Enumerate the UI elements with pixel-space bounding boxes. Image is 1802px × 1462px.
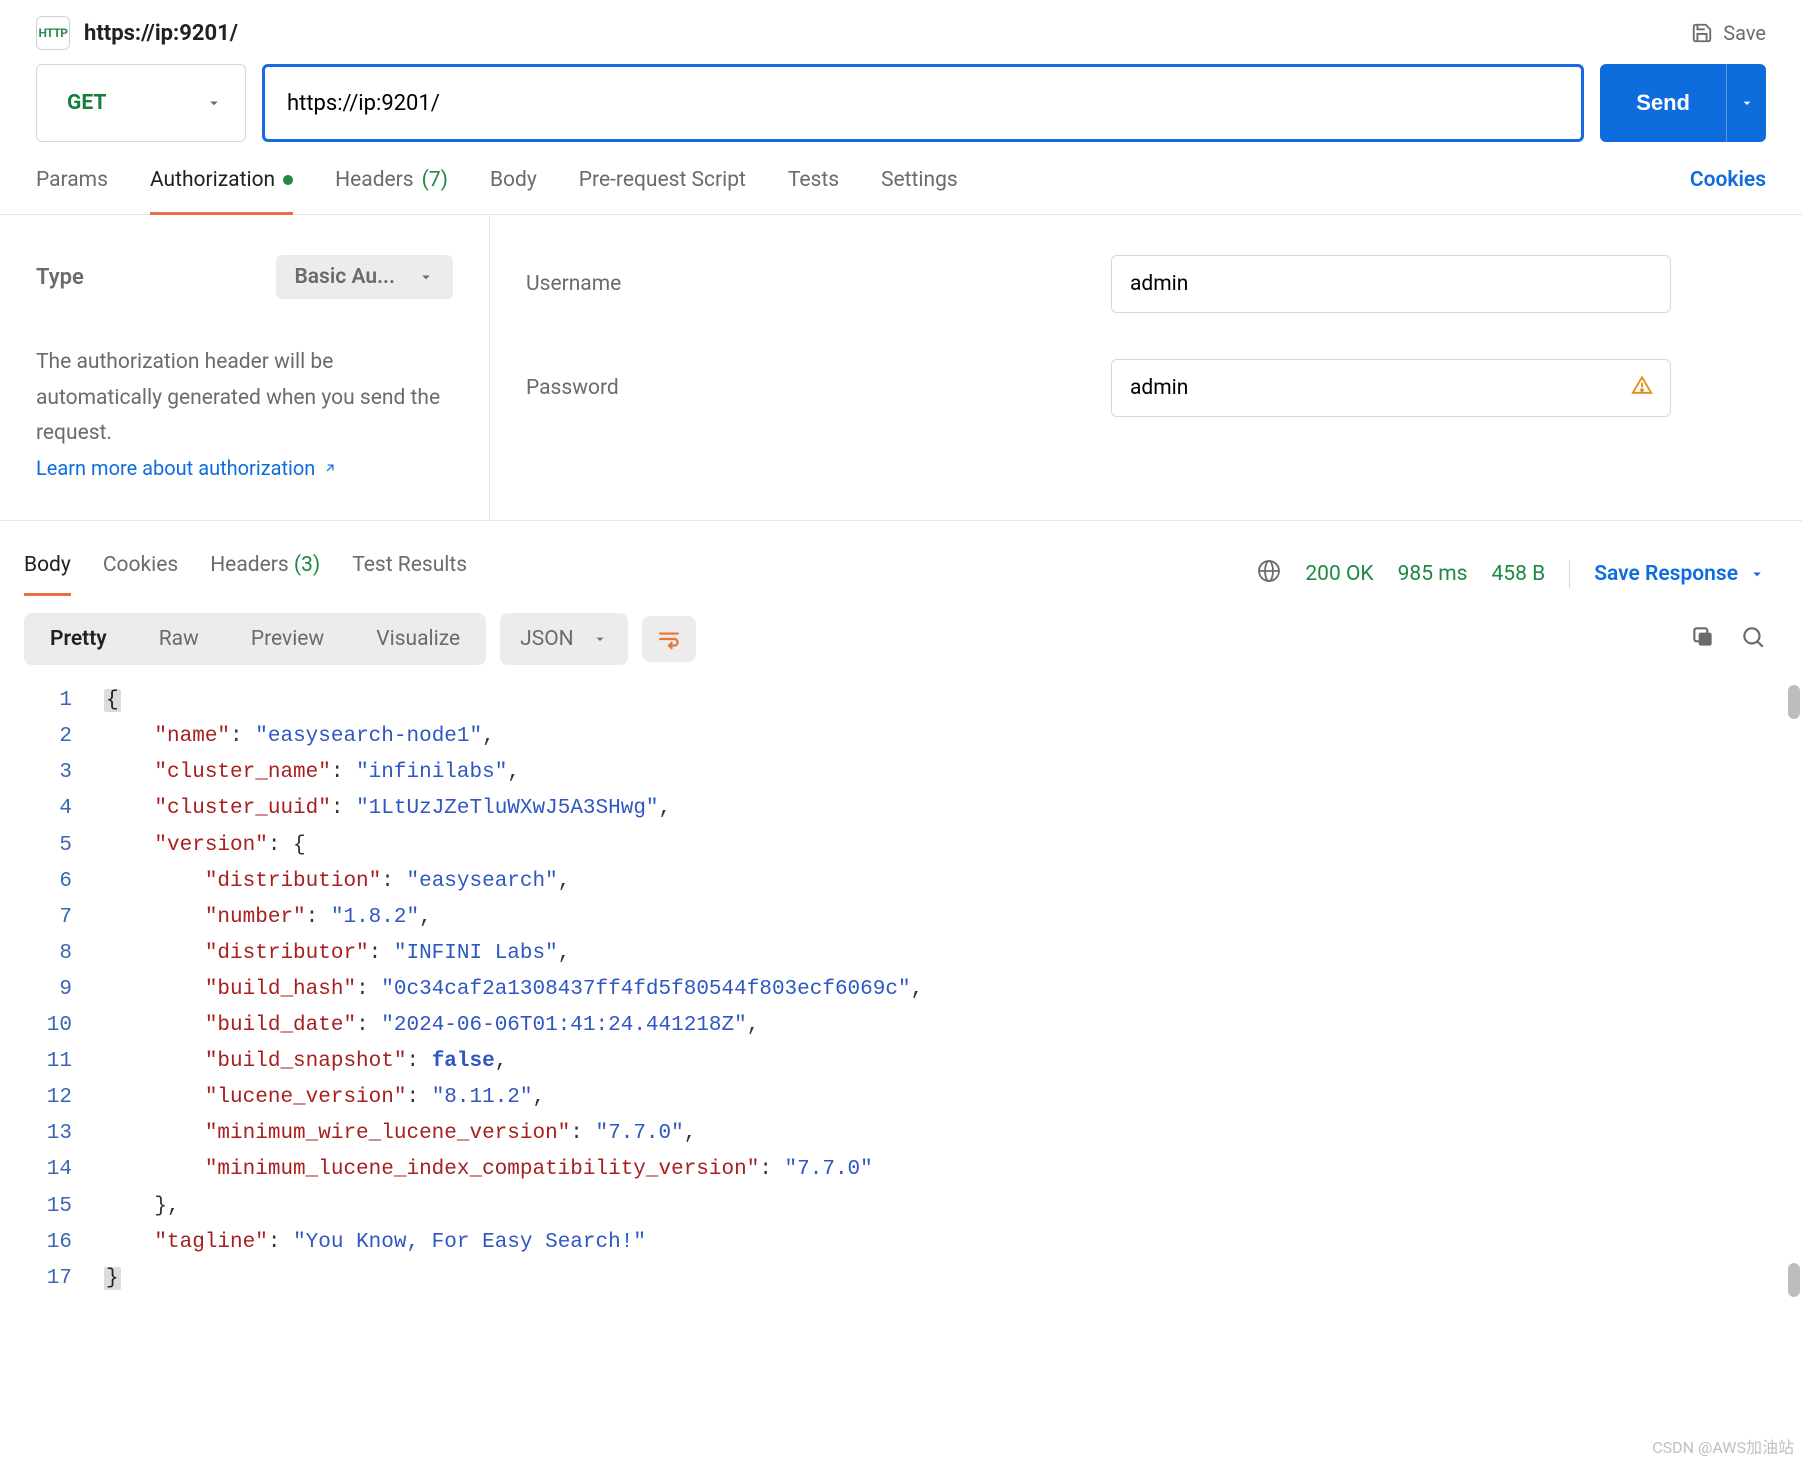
chevron-down-icon [205, 94, 223, 112]
chevron-down-icon [1748, 565, 1766, 583]
resp-tab-headers[interactable]: Headers (3) [210, 553, 320, 596]
divider [1569, 560, 1570, 588]
password-input[interactable] [1111, 359, 1671, 417]
warning-icon [1631, 375, 1653, 402]
send-button[interactable]: Send [1600, 64, 1726, 142]
resp-headers-count: (3) [294, 553, 320, 577]
learn-more-link[interactable]: Learn more about authorization [36, 456, 337, 480]
active-dot-icon [283, 175, 293, 185]
url-bar: GET Send [0, 64, 1802, 166]
search-icon [1740, 624, 1766, 650]
request-tabs: Params Authorization Headers (7) Body Pr… [0, 166, 1802, 215]
method-value: GET [67, 91, 106, 115]
tab-authorization[interactable]: Authorization [150, 166, 293, 215]
search-button[interactable] [1740, 624, 1766, 655]
request-tabs-left: Params Authorization Headers (7) Body Pr… [36, 166, 958, 214]
auth-right: Username Password [490, 215, 1802, 520]
method-select[interactable]: GET [36, 64, 246, 142]
cookies-link[interactable]: Cookies [1690, 168, 1766, 212]
tab-headers-label: Headers [335, 168, 413, 192]
send-dropdown[interactable] [1726, 64, 1766, 142]
view-preview[interactable]: Preview [225, 613, 350, 665]
password-field: Password [526, 359, 1766, 417]
response-toolbar: Pretty Raw Preview Visualize JSON [0, 595, 1802, 679]
chevron-down-icon [1739, 95, 1755, 111]
response-body-code: { "name": "easysearch-node1", "cluster_n… [104, 683, 1778, 1297]
http-icon: HTTP [36, 16, 70, 50]
resp-tab-cookies[interactable]: Cookies [103, 553, 178, 596]
response-tabs: Body Cookies Headers (3) Test Results [24, 553, 467, 595]
scrollbar-thumb[interactable] [1788, 685, 1800, 719]
tab-tests[interactable]: Tests [788, 166, 839, 215]
copy-icon [1690, 624, 1716, 650]
headers-count: (7) [422, 168, 448, 192]
request-title: https://ip:9201/ [84, 21, 238, 46]
auth-left: Type Basic Au... The authorization heade… [0, 215, 490, 520]
auth-type-row: Type Basic Au... [36, 255, 453, 299]
external-link-icon [323, 461, 337, 475]
url-input[interactable] [262, 64, 1584, 142]
response-header: Body Cookies Headers (3) Test Results 20… [0, 521, 1802, 595]
auth-type-value: Basic Au... [294, 265, 395, 289]
view-mode-group: Pretty Raw Preview Visualize [24, 613, 486, 665]
tab-left: HTTP https://ip:9201/ [36, 16, 238, 50]
tab-headers[interactable]: Headers (7) [335, 166, 448, 215]
username-input[interactable] [1111, 255, 1671, 313]
auth-info-text: The authorization header will be automat… [36, 345, 453, 452]
resp-tab-test-results[interactable]: Test Results [352, 553, 467, 596]
line-numbers: 1234567891011121314151617 [24, 683, 104, 1297]
send-group: Send [1600, 64, 1766, 142]
status-code: 200 OK [1305, 562, 1373, 586]
toolbar-right [1690, 624, 1766, 655]
scrollbar-thumb[interactable] [1788, 1263, 1800, 1297]
chevron-down-icon [417, 268, 435, 286]
authorization-panel: Type Basic Au... The authorization heade… [0, 215, 1802, 521]
globe-icon[interactable] [1257, 559, 1281, 589]
save-response-button[interactable]: Save Response [1594, 562, 1766, 586]
copy-button[interactable] [1690, 624, 1716, 655]
resp-tab-body[interactable]: Body [24, 553, 71, 596]
view-pretty[interactable]: Pretty [24, 613, 133, 665]
auth-type-select[interactable]: Basic Au... [276, 255, 453, 299]
tab-header: HTTP https://ip:9201/ Save [0, 0, 1802, 64]
username-field: Username [526, 255, 1766, 313]
username-label: Username [526, 272, 1111, 296]
resp-tab-headers-label: Headers [210, 553, 288, 577]
status-size: 458 B [1491, 562, 1545, 586]
save-response-label: Save Response [1594, 562, 1738, 586]
response-body-viewer[interactable]: 1234567891011121314151617 { "name": "eas… [0, 679, 1802, 1327]
tab-pre-request[interactable]: Pre-request Script [579, 166, 746, 215]
status-time: 985 ms [1398, 562, 1468, 586]
tab-params[interactable]: Params [36, 166, 108, 215]
view-raw[interactable]: Raw [133, 613, 225, 665]
format-value: JSON [520, 627, 573, 651]
save-button[interactable]: Save [1691, 21, 1766, 45]
tab-settings[interactable]: Settings [881, 166, 958, 215]
save-icon [1691, 22, 1713, 44]
tab-authorization-label: Authorization [150, 168, 275, 192]
tab-body[interactable]: Body [490, 166, 537, 215]
password-label: Password [526, 376, 1111, 400]
chevron-down-icon [592, 631, 608, 647]
auth-type-label: Type [36, 265, 84, 290]
save-label: Save [1723, 21, 1766, 45]
toolbar-left: Pretty Raw Preview Visualize JSON [24, 613, 696, 665]
response-meta: 200 OK 985 ms 458 B Save Response [1257, 559, 1766, 589]
learn-more-label: Learn more about authorization [36, 456, 315, 480]
watermark: CSDN @AWS加油站 [1652, 1434, 1794, 1458]
wrap-icon [656, 626, 682, 652]
format-select[interactable]: JSON [500, 613, 627, 665]
view-visualize[interactable]: Visualize [350, 613, 486, 665]
wrap-lines-button[interactable] [642, 616, 696, 662]
